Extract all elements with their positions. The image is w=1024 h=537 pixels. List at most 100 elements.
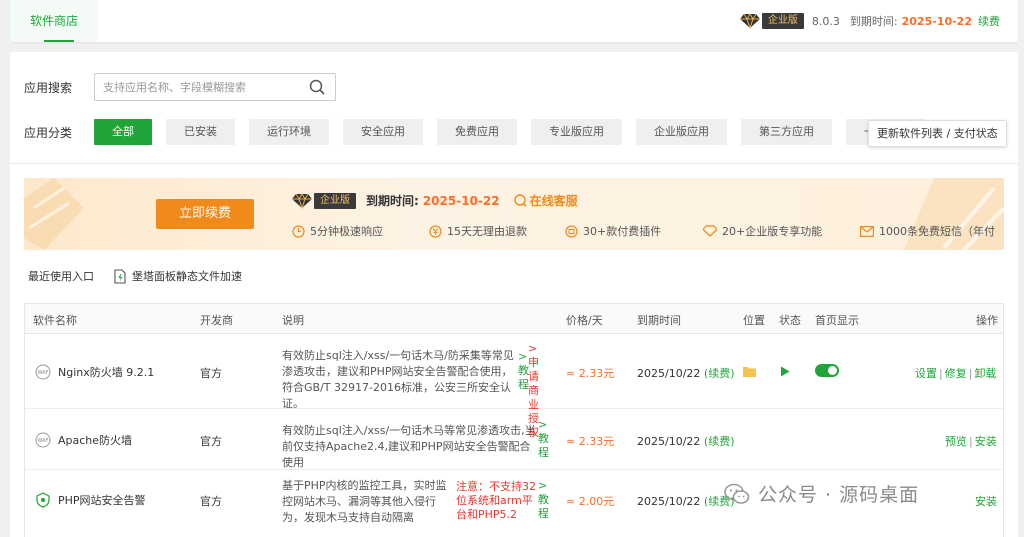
- feature-enterprise-exclusive: 20+企业版专享功能: [703, 223, 860, 239]
- update-software-list-button[interactable]: 更新软件列表 / 支付状态: [868, 120, 1007, 147]
- col-expire: 到期时间: [637, 314, 681, 327]
- price: ≈ 2.33元: [566, 367, 615, 380]
- banner-decoration-right: [904, 178, 1004, 250]
- online-service-link[interactable]: 在线客服: [513, 192, 578, 209]
- category-label: 应用分类: [24, 125, 73, 140]
- description: 有效防止sql注入/xss/一句话木马/防采集等常见渗透攻击，建议和PHP网站安…: [282, 349, 514, 410]
- main-panel: 应用搜索 应用分类 全部 已安装 运行环境 安全应用 免费应用 专业版应用 企业…: [10, 52, 1018, 537]
- install-link[interactable]: 安装: [975, 495, 997, 508]
- category-third-party[interactable]: 第三方应用: [741, 119, 832, 145]
- shield-alarm-icon: [36, 492, 50, 508]
- preview-link[interactable]: 预览: [945, 435, 967, 448]
- expire-time: 2025/10/22 (续费): [637, 495, 735, 508]
- renew-link[interactable]: 续费: [978, 13, 1000, 29]
- search-box: [94, 73, 336, 101]
- cdn-accelerate-link[interactable]: 堡塔面板静态文件加速: [132, 268, 242, 284]
- software-name: WAF Nginx防火墙 9.2.1: [35, 364, 154, 380]
- settings-link[interactable]: 设置: [915, 367, 937, 380]
- category-enterprise[interactable]: 企业版应用: [636, 119, 727, 145]
- quick-entry-row: 最近使用入口 堡塔面板静态文件加速: [28, 268, 242, 284]
- plugin-icon: [565, 224, 578, 238]
- price: ≈ 2.33元: [566, 435, 615, 448]
- banner-expire-date: 2025-10-22: [422, 193, 500, 208]
- install-link[interactable]: 安装: [975, 435, 997, 448]
- divider: [10, 163, 1018, 164]
- banner-expire-label: 到期时间:: [366, 194, 419, 208]
- row-actions: 预览 | 安装: [945, 435, 997, 448]
- watermark-text: 公众号 · 源码桌面: [758, 484, 920, 506]
- version-text: 8.0.3: [811, 14, 840, 28]
- col-location: 位置: [743, 314, 765, 327]
- waf-icon: WAF: [35, 364, 51, 380]
- table-header: 软件名称 开发商 说明 价格/天 到期时间 位置 状态 首页显示 操作: [25, 304, 1003, 334]
- expire-label: 到期时间:: [849, 15, 898, 28]
- watermark: 公众号 · 源码桌面: [724, 480, 919, 507]
- expire-time: 2025/10/22 (续费): [637, 435, 735, 448]
- tab-underline: [44, 40, 74, 42]
- category-pro[interactable]: 专业版应用: [531, 119, 622, 145]
- banner-decoration-left: [24, 178, 84, 250]
- folder-icon[interactable]: [743, 366, 756, 380]
- renew-link[interactable]: (续费): [704, 435, 735, 448]
- renew-link[interactable]: (续费): [704, 367, 735, 380]
- tutorial-link[interactable]: >教程: [538, 479, 549, 521]
- price: ≈ 2.00元: [566, 495, 615, 508]
- search-icon[interactable]: [309, 79, 325, 95]
- tab-label: 软件商店: [29, 14, 78, 28]
- license-info: 企业版 8.0.3 到期时间: 2025-10-22 续费: [739, 13, 1000, 29]
- col-description: 说明: [282, 314, 304, 327]
- svg-text:WAF: WAF: [38, 438, 49, 444]
- waf-icon: WAF: [35, 432, 51, 448]
- search-label: 应用搜索: [24, 80, 73, 95]
- top-bar: 软件商店 企业版 8.0.3 到期时间: 2025-10-22 续费: [10, 0, 1018, 42]
- col-developer: 开发商: [200, 314, 233, 327]
- category-list: 全部 已安装 运行环境 安全应用 免费应用 专业版应用 企业版应用 第三方应用 …: [94, 119, 940, 145]
- row-actions: 设置 | 修复 | 卸载: [915, 367, 997, 380]
- search-input[interactable]: [95, 74, 295, 100]
- feature-refund: 15天无理由退款: [429, 223, 565, 239]
- developer: 官方: [200, 367, 222, 380]
- feature-free-sms: 1000条免费短信（年付: [860, 223, 995, 239]
- play-icon[interactable]: [780, 366, 790, 380]
- category-security[interactable]: 安全应用: [343, 119, 423, 145]
- enterprise-badge: 企业版: [314, 192, 356, 209]
- tutorial-link[interactable]: >教程: [538, 418, 549, 460]
- tutorial-link[interactable]: >教程: [518, 350, 529, 392]
- headset-icon: [513, 194, 527, 207]
- enterprise-banner: 立即续费 企业版 到期时间: 2025-10-22 在线客服 5分钟极速响应 1…: [24, 178, 1004, 250]
- category-all[interactable]: 全部: [94, 119, 152, 145]
- expire-date: 2025-10-22: [901, 14, 972, 28]
- description: 基于PHP内核的监控工具，实时监控网站木马、漏洞等其他入侵行为，发现木马支持自动…: [282, 479, 447, 524]
- row-actions: 安装: [975, 493, 997, 509]
- col-actions: 操作: [976, 314, 998, 327]
- feature-fast-response: 5分钟极速响应: [292, 223, 429, 239]
- category-installed[interactable]: 已安装: [166, 119, 235, 145]
- col-home-display: 首页显示: [815, 314, 859, 327]
- col-name: 软件名称: [33, 314, 77, 327]
- category-row: 应用分类 全部 已安装 运行环境 安全应用 免费应用 专业版应用 企业版应用 第…: [24, 119, 940, 145]
- software-name: WAF Apache防火墙: [35, 432, 132, 448]
- category-runtime[interactable]: 运行环境: [249, 119, 329, 145]
- feature-list: 5分钟极速响应 15天无理由退款 30+款付费插件 20+企业版专享功能 100…: [292, 223, 995, 239]
- diamond-outline-icon: [703, 225, 717, 237]
- compatibility-warning: 注意：不支持32位系统和arm平台和PHP5.2: [456, 480, 536, 521]
- category-free[interactable]: 免费应用: [437, 119, 517, 145]
- search-row: 应用搜索: [24, 73, 336, 101]
- repair-link[interactable]: 修复: [945, 367, 967, 380]
- online-service-label: 在线客服: [529, 194, 578, 208]
- file-accelerate-icon: [114, 268, 126, 284]
- col-status: 状态: [779, 314, 801, 327]
- clock-icon: [292, 224, 305, 238]
- enterprise-badge: 企业版: [761, 13, 804, 29]
- tab-software-store[interactable]: 软件商店: [10, 0, 98, 42]
- home-display-toggle[interactable]: [815, 364, 839, 377]
- feature-paid-plugins: 30+款付费插件: [565, 223, 703, 239]
- diamond-icon: [292, 192, 312, 209]
- col-price: 价格/天: [566, 314, 603, 327]
- recent-entry-label: 最近使用入口: [28, 270, 94, 283]
- table-row: WAF Nginx防火墙 9.2.1 官方 有效防止sql注入/xss/一句话木…: [25, 334, 1003, 439]
- developer: 官方: [200, 435, 222, 448]
- table-row: WAF Apache防火墙 官方 有效防止sql注入/xss/一句话木马等常见渗…: [25, 409, 1003, 470]
- renew-now-button[interactable]: 立即续费: [156, 199, 254, 229]
- uninstall-link[interactable]: 卸载: [974, 367, 996, 380]
